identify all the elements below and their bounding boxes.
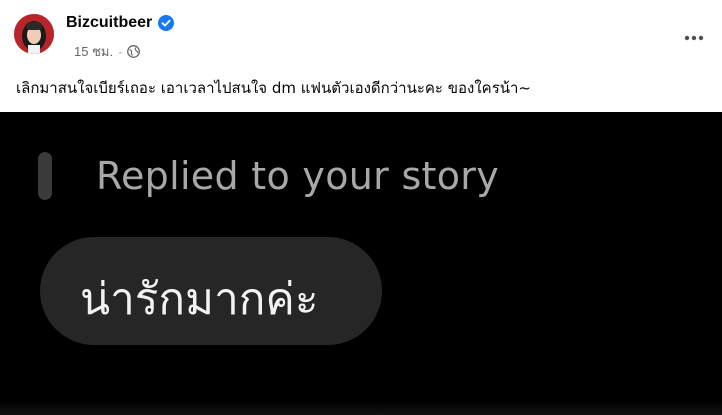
author-name-text[interactable]: Bizcuitbeer bbox=[66, 14, 152, 32]
replied-to-story-label: Replied to your story bbox=[96, 154, 499, 198]
author-name[interactable]: Bizcuitbeer bbox=[66, 14, 175, 32]
globe-icon[interactable] bbox=[127, 45, 141, 58]
reply-indicator-bar bbox=[38, 152, 52, 200]
post-caption: เลิกมาสนใจเบียร์เถอะ เอาเวลาไปสนใจ dm แฟ… bbox=[16, 79, 532, 97]
post-header: Bizcuitbeer 15 ชม. · bbox=[0, 0, 722, 66]
more-options-icon[interactable] bbox=[676, 20, 712, 56]
message-text: น่ารักมากค่ะ bbox=[80, 274, 319, 325]
post-image[interactable]: Replied to your story น่ารักมากค่ะ bbox=[0, 112, 722, 415]
avatar-photo bbox=[14, 14, 54, 54]
post-meta: 15 ชม. · bbox=[74, 41, 141, 62]
post-timestamp[interactable]: 15 ชม. bbox=[74, 41, 113, 62]
image-bottom-edge bbox=[0, 401, 722, 415]
author-avatar[interactable] bbox=[14, 14, 54, 54]
meta-separator: · bbox=[118, 44, 123, 59]
verified-badge-icon bbox=[158, 15, 175, 31]
